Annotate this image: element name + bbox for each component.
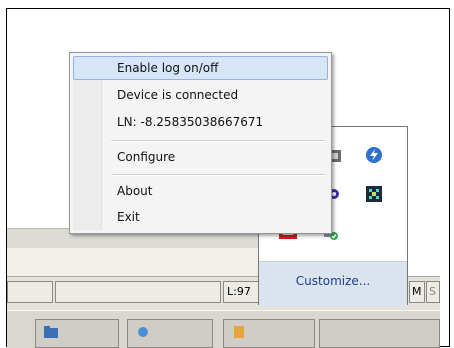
menu-item-configure[interactable]: Configure xyxy=(73,145,328,169)
folder-icon xyxy=(44,326,58,338)
status-field-m: M xyxy=(409,281,425,303)
editor-area xyxy=(7,248,259,276)
status-field-1 xyxy=(7,281,53,303)
app-icon xyxy=(138,327,148,337)
lightning-icon-glyph xyxy=(366,147,382,163)
grid-icon[interactable] xyxy=(365,185,383,203)
taskbar-button-1[interactable] xyxy=(35,319,119,348)
menu-item-ln-value[interactable]: LN: -8.25835038667671 xyxy=(73,110,328,134)
status-field-s: S xyxy=(426,281,440,303)
menu-item-exit[interactable]: Exit xyxy=(73,205,328,229)
status-field-2 xyxy=(55,281,221,303)
tray-footer: Customize... xyxy=(259,261,407,306)
document-icon xyxy=(234,326,244,338)
menu-item-device-connected[interactable]: Device is connected xyxy=(73,83,328,107)
taskbar-button-3[interactable] xyxy=(223,319,315,348)
taskbar-button-2[interactable] xyxy=(127,319,213,348)
menu-item-about[interactable]: About xyxy=(73,179,328,203)
taskbar xyxy=(7,310,440,348)
menu-item-enable-log[interactable]: Enable log on/off xyxy=(73,56,328,80)
grid-icon-glyph xyxy=(366,186,382,202)
lightning-icon[interactable] xyxy=(365,146,383,164)
context-menu: Enable log on/off Device is connected LN… xyxy=(69,52,332,234)
menu-separator xyxy=(111,174,325,176)
menu-separator xyxy=(111,140,325,142)
taskbar-button-4[interactable] xyxy=(319,319,440,348)
customize-link[interactable]: Customize... xyxy=(259,274,407,288)
status-line-field: L:97 xyxy=(223,281,263,303)
